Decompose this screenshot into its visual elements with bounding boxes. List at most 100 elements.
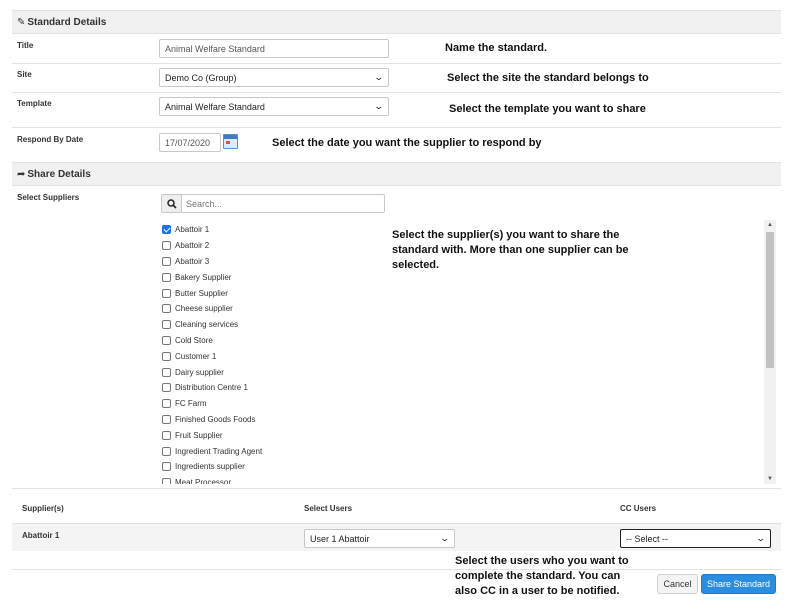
title-label: Title [17, 41, 34, 50]
title-input[interactable]: Animal Welfare Standard [159, 39, 389, 58]
standard-details-header: ✎ Standard Details [12, 10, 781, 34]
edit-icon: ✎ [17, 16, 26, 28]
supplier-list: Abattoir 1 Abattoir 2 Abattoir 3 Bakery Sup… [160, 222, 370, 484]
supplier-checkbox[interactable] [162, 478, 171, 484]
supplier-search-input[interactable] [182, 195, 384, 212]
scroll-up-icon[interactable]: ▲ [764, 220, 776, 230]
supplier-checkbox[interactable] [162, 272, 171, 282]
search-icon[interactable] [162, 195, 182, 212]
chevron-down-icon: ⌄ [439, 533, 451, 543]
supplier-item[interactable]: Bakery Supplier [160, 269, 370, 285]
supplier-item[interactable]: Ingredient Trading Agent [160, 443, 370, 459]
supplier-item[interactable]: Butter Supplier [160, 285, 370, 301]
supplier-checkbox[interactable] [162, 225, 171, 235]
supplier-label: Cheese supplier [175, 304, 233, 314]
supplier-label: Dairy supplier [175, 367, 224, 377]
note-suppliers-line: selected. [392, 259, 440, 271]
standard-details-title: Standard Details [27, 16, 107, 28]
template-label: Template [17, 99, 52, 108]
supplier-checkbox[interactable] [162, 367, 171, 377]
supplier-label: Cleaning services [175, 320, 239, 330]
supplier-checkbox[interactable] [162, 399, 171, 409]
column-header-suppliers: Supplier(s) [22, 504, 64, 513]
supplier-item[interactable]: Cleaning services [160, 317, 370, 333]
select-users-dropdown[interactable]: User 1 Abattoir ⌄ [304, 529, 455, 548]
supplier-item[interactable]: Dairy supplier [160, 364, 370, 380]
supplier-label: Abattoir 3 [175, 256, 210, 266]
respond-by-date-label: Respond By Date [17, 135, 84, 144]
supplier-checkbox[interactable] [162, 335, 171, 345]
supplier-item[interactable]: Fruit Supplier [160, 427, 370, 443]
supplier-item[interactable]: Distribution Centre 1 [160, 380, 370, 396]
supplier-item[interactable]: Ingredients supplier [160, 459, 370, 475]
supplier-label: Distribution Centre 1 [175, 383, 248, 393]
supplier-label: Ingredient Trading Agent [175, 446, 263, 456]
supplier-label: Finished Goods Foods [175, 414, 256, 424]
supplier-label: Customer 1 [175, 351, 217, 361]
cc-users-value: -- Select -- [626, 533, 669, 544]
select-suppliers-label: Select Suppliers [17, 193, 80, 202]
note-name-standard: Name the standard. [445, 42, 548, 54]
table-row-supplier: Abattoir 1 [22, 531, 60, 540]
chevron-down-icon: ⌄ [373, 72, 385, 82]
supplier-item[interactable]: Abattoir 2 [160, 238, 370, 254]
supplier-item[interactable]: FC Farm [160, 396, 370, 412]
supplier-checkbox[interactable] [162, 351, 171, 361]
share-arrow-icon: ➦ [17, 168, 26, 180]
supplier-item[interactable]: Abattoir 3 [160, 254, 370, 270]
chevron-down-icon: ⌄ [755, 533, 767, 543]
supplier-label: Bakery Supplier [175, 272, 232, 282]
note-suppliers-line: Select the supplier(s) you want to share… [392, 229, 620, 241]
supplier-checkbox[interactable] [162, 288, 171, 298]
supplier-label: Cold Store [175, 335, 213, 345]
supplier-checkbox[interactable] [162, 256, 171, 266]
supplier-item[interactable]: Abattoir 1 [160, 222, 370, 238]
note-site: Select the site the standard belongs to [447, 72, 649, 84]
note-users: Select the users who you want to complet… [455, 554, 629, 599]
site-label: Site [17, 70, 32, 79]
supplier-list-scrollbar[interactable]: ▲ ▼ [764, 220, 776, 484]
supplier-label: FC Farm [175, 399, 207, 409]
share-standard-button[interactable]: Share Standard [701, 574, 776, 594]
cc-users-dropdown[interactable]: -- Select -- ⌄ [620, 529, 771, 548]
note-users-line: complete the standard. You can [455, 570, 621, 582]
supplier-checkbox[interactable] [162, 383, 171, 393]
calendar-icon[interactable] [223, 134, 238, 149]
site-row [12, 64, 781, 93]
cancel-button[interactable]: Cancel [657, 574, 698, 594]
supplier-checkbox[interactable] [162, 241, 171, 251]
note-users-line: also CC in a user to be notified. [455, 585, 620, 597]
respond-by-date-input[interactable]: 17/07/2020 [159, 133, 221, 152]
supplier-search [161, 194, 385, 213]
table-top-divider [12, 488, 781, 489]
supplier-item[interactable]: Finished Goods Foods [160, 412, 370, 428]
supplier-label: Ingredients supplier [175, 462, 245, 472]
select-users-value: User 1 Abattoir [310, 533, 370, 544]
supplier-label: Fruit Supplier [175, 430, 223, 440]
supplier-item[interactable]: Customer 1 [160, 348, 370, 364]
share-details-title: Share Details [27, 168, 91, 180]
scrollbar-thumb[interactable] [766, 232, 774, 368]
note-suppliers: Select the supplier(s) you want to share… [392, 228, 629, 273]
supplier-label: Meat Processor [175, 478, 232, 484]
supplier-item[interactable]: Cold Store [160, 333, 370, 349]
supplier-checkbox[interactable] [162, 304, 171, 314]
note-users-line: Select the users who you want to [455, 555, 629, 567]
supplier-checkbox[interactable] [162, 446, 171, 456]
supplier-checkbox[interactable] [162, 462, 171, 472]
share-details-header: ➦ Share Details [12, 162, 781, 186]
supplier-item[interactable]: Cheese supplier [160, 301, 370, 317]
template-select-value: Animal Welfare Standard [165, 101, 265, 112]
supplier-checkbox[interactable] [162, 414, 171, 424]
column-header-cc-users: CC Users [620, 504, 657, 513]
site-select-value: Demo Co (Group) [165, 72, 237, 83]
column-header-select-users: Select Users [304, 504, 353, 513]
supplier-checkbox[interactable] [162, 430, 171, 440]
site-select[interactable]: Demo Co (Group) ⌄ [159, 68, 389, 87]
note-suppliers-line: standard with. More than one supplier ca… [392, 244, 629, 256]
template-select[interactable]: Animal Welfare Standard ⌄ [159, 97, 389, 116]
supplier-checkbox[interactable] [162, 320, 171, 330]
template-row [12, 93, 781, 128]
scroll-down-icon[interactable]: ▼ [764, 474, 776, 484]
supplier-item[interactable]: Meat Processor [160, 475, 370, 484]
